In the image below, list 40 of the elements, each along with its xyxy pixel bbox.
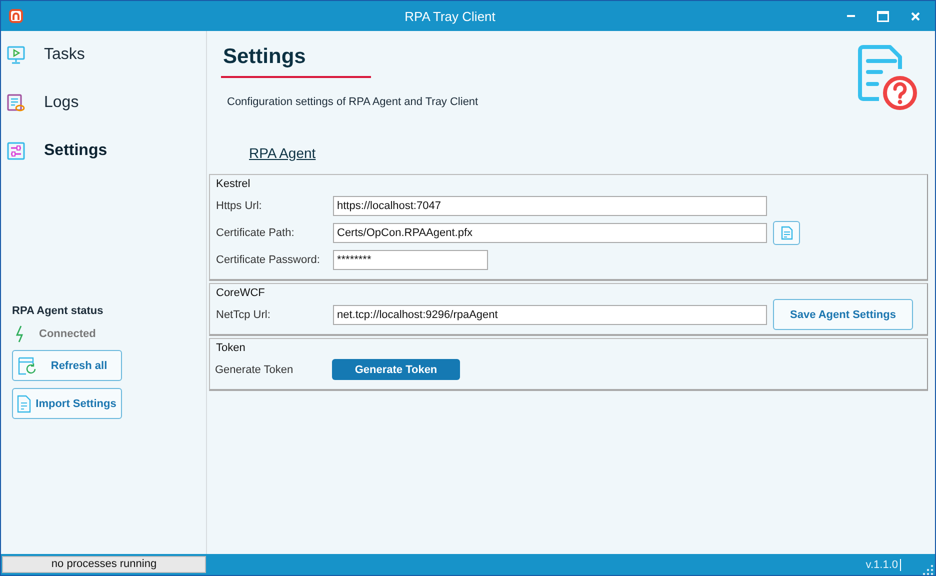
monitor-icon xyxy=(6,45,26,65)
input-field[interactable]: https://localhost:7047 xyxy=(333,196,767,216)
app-logo-icon xyxy=(9,9,23,23)
input-field[interactable]: ******** xyxy=(333,250,488,270)
refresh-icon xyxy=(17,356,37,376)
field-label: NetTcp Url: xyxy=(215,308,272,320)
import-button[interactable]: Import Settings xyxy=(12,388,122,419)
close-icon xyxy=(910,12,920,20)
maximize-icon xyxy=(877,10,889,22)
resize-grip-icon xyxy=(923,565,933,575)
window-title: RPA Tray Client xyxy=(404,8,496,24)
lightning-icon xyxy=(15,325,25,343)
connection-status: Connected xyxy=(39,328,96,340)
section-link[interactable]: RPA Agent xyxy=(249,145,316,161)
status-heading: RPA Agent status xyxy=(12,305,104,317)
sliders-icon xyxy=(6,141,26,161)
field-label: Https Url: xyxy=(215,200,263,212)
version-label: v.1.1.0 xyxy=(866,558,901,570)
save-settings-button[interactable]: Save Agent Settings xyxy=(773,299,913,330)
status-message: no processes running xyxy=(2,556,206,573)
sidebar-item[interactable]: Tasks xyxy=(1,31,206,79)
group-title: Kestrel xyxy=(215,177,252,192)
list-icon xyxy=(6,93,26,113)
document-icon xyxy=(780,226,792,240)
field-label: Certificate Password: xyxy=(215,254,321,266)
field-label: Generate Token xyxy=(214,364,294,376)
page-title: Settings xyxy=(221,45,371,78)
input-field[interactable]: net.tcp://localhost:9296/rpaAgent xyxy=(333,304,767,324)
sidebar-item[interactable]: Settings xyxy=(1,127,206,175)
sidebar-item[interactable]: Logs xyxy=(1,79,206,127)
refresh-button[interactable]: Refresh all xyxy=(12,350,122,381)
generate-token-button[interactable]: Generate Token xyxy=(332,359,460,380)
page-description: Configuration settings of RPA Agent and Tray Client xyxy=(227,96,480,108)
input-field[interactable]: Certs/OpCon.RPAAgent.pfx xyxy=(333,222,767,242)
field-label: Certificate Path: xyxy=(215,226,296,238)
group-title: Token xyxy=(215,341,246,356)
minimize-icon xyxy=(847,15,855,17)
document-icon xyxy=(17,394,31,412)
browse-button[interactable] xyxy=(773,220,800,244)
group-title: CoreWCF xyxy=(215,286,266,301)
